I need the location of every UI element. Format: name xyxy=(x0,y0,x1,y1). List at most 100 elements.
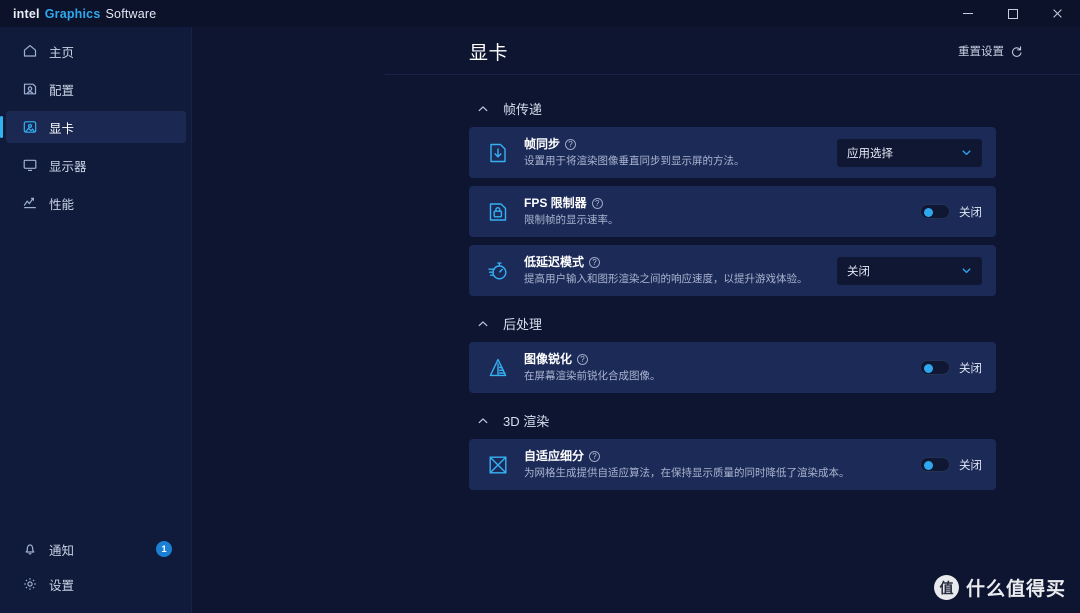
setting-description: 为网格生成提供自适应算法，在保持显示质量的同时降低了渲染成本。 xyxy=(524,467,850,479)
adaptive-tessellation-toggle[interactable] xyxy=(920,457,950,472)
toggle-state-label: 关闭 xyxy=(959,459,982,472)
page-header: 显卡 重置设置 xyxy=(192,27,1080,75)
setting-text: 低延迟模式 ? 提高用户输入和图形渲染之间的响应速度，以提升游戏体验。 xyxy=(524,255,823,286)
setting-title: 低延迟模式 xyxy=(524,255,585,269)
setting-row-low-latency: 低延迟模式 ? 提高用户输入和图形渲染之间的响应速度，以提升游戏体验。 关闭 xyxy=(469,245,996,296)
home-icon xyxy=(22,43,38,59)
watermark-text: 什么值得买 xyxy=(965,579,1066,600)
image-sharpening-toggle[interactable] xyxy=(920,360,950,375)
brand-software: Software xyxy=(105,6,157,21)
close-icon xyxy=(1052,8,1063,19)
sidebar-item-graphics[interactable]: 显卡 xyxy=(0,111,186,143)
monitor-icon xyxy=(22,157,38,173)
setting-description: 在屏幕渲染前锐化合成图像。 xyxy=(524,370,661,382)
sidebar-item-label: 性能 xyxy=(49,197,75,212)
chevron-down-icon xyxy=(961,147,972,158)
window-controls xyxy=(945,0,1080,27)
setting-description: 设置用于将渲染图像垂直同步到显示屏的方法。 xyxy=(524,155,745,167)
fps-limiter-toggle[interactable] xyxy=(920,204,950,219)
setting-title-wrap: 图像锐化 ? xyxy=(524,352,906,367)
help-icon[interactable]: ? xyxy=(577,354,589,365)
help-icon[interactable]: ? xyxy=(565,139,577,150)
help-icon[interactable]: ? xyxy=(589,451,601,462)
setting-text: 图像锐化 ? 在屏幕渲染前锐化合成图像。 xyxy=(524,352,906,383)
brand-intel: intel xyxy=(13,6,40,21)
sidebar-item-label: 配置 xyxy=(49,83,75,98)
setting-text: 帧同步 ? 设置用于将渲染图像垂直同步到显示屏的方法。 xyxy=(524,137,823,168)
setting-title: 自适应细分 xyxy=(524,449,585,463)
section-header-3d-rendering[interactable]: 3D 渲染 xyxy=(477,411,996,430)
setting-control: 关闭 xyxy=(920,360,982,376)
notification-badge: 1 xyxy=(156,541,172,557)
settings-content: 帧传递 帧同步 ? 设置用于将渲染图像垂直同步到显示屏的方法。 应用选择 FPS… xyxy=(192,75,1080,613)
section-header-post-processing[interactable]: 后处理 xyxy=(477,314,996,333)
application-window: intel Graphics Software 主页 配置 显卡 显示器 性能 … xyxy=(0,0,1080,613)
settings-inner: 帧传递 帧同步 ? 设置用于将渲染图像垂直同步到显示屏的方法。 应用选择 FPS… xyxy=(192,99,1080,490)
setting-text: FPS 限制器 ? 限制帧的显示速率。 xyxy=(524,196,906,227)
bell-icon xyxy=(22,541,38,557)
setting-title-wrap: 自适应细分 ? xyxy=(524,449,906,464)
section-header-frame-delivery[interactable]: 帧传递 xyxy=(477,99,996,118)
app-brand: intel Graphics Software xyxy=(0,7,156,21)
setting-text: 自适应细分 ? 为网格生成提供自适应算法，在保持显示质量的同时降低了渲染成本。 xyxy=(524,449,906,480)
setting-description: 限制帧的显示速率。 xyxy=(524,214,619,226)
performance-icon xyxy=(22,195,38,211)
setting-title-wrap: FPS 限制器 ? xyxy=(524,196,906,211)
close-button[interactable] xyxy=(1035,0,1080,27)
setting-title-wrap: 帧同步 ? xyxy=(524,137,823,152)
window-body: 主页 配置 显卡 显示器 性能 通知 1 设置 显卡 重置设置 帧传递 帧同步 … xyxy=(0,27,1080,613)
fps-limiter-toggle-wrap: 关闭 xyxy=(920,204,982,220)
sidebar-item-profile[interactable]: 配置 xyxy=(6,73,186,105)
toggle-knob xyxy=(924,363,933,373)
adaptive-tessellation-toggle-wrap: 关闭 xyxy=(920,457,982,473)
toggle-state-label: 关闭 xyxy=(959,206,982,219)
reset-settings-button[interactable]: 重置设置 xyxy=(958,43,1023,59)
section-title: 后处理 xyxy=(503,317,543,332)
dropdown-value: 应用选择 xyxy=(847,147,893,160)
chevron-up-icon xyxy=(477,318,489,330)
setting-control: 关闭 xyxy=(920,457,982,473)
sidebar-item-label: 通知 xyxy=(49,543,75,558)
setting-description: 提高用户输入和图形渲染之间的响应速度，以提升游戏体验。 xyxy=(524,273,808,285)
frame-sync-dropdown[interactable]: 应用选择 xyxy=(837,138,982,167)
main-content: 显卡 重置设置 帧传递 帧同步 ? 设置用于将渲染图像垂直同步到显示屏的方法。 … xyxy=(192,27,1080,613)
maximize-icon xyxy=(1007,8,1018,19)
title-bar: intel Graphics Software xyxy=(0,0,1080,27)
reset-settings-label: 重置设置 xyxy=(958,46,1004,58)
maximize-button[interactable] xyxy=(990,0,1035,27)
setting-title: 图像锐化 xyxy=(524,352,573,366)
sidebar-item-home[interactable]: 主页 xyxy=(6,35,186,67)
refresh-icon xyxy=(1010,45,1023,58)
help-icon[interactable]: ? xyxy=(591,198,603,209)
header-divider xyxy=(385,74,1080,75)
stopwatch-icon xyxy=(485,258,511,284)
toggle-state-label: 关闭 xyxy=(959,362,982,375)
sidebar-item-display[interactable]: 显示器 xyxy=(6,149,186,181)
sidebar-item-notifications[interactable]: 通知 1 xyxy=(6,533,186,565)
chevron-down-icon xyxy=(961,265,972,276)
setting-control: 关闭 xyxy=(920,204,982,220)
sidebar-item-label: 显示器 xyxy=(49,159,87,174)
section-title: 3D 渲染 xyxy=(503,414,550,429)
setting-title: 帧同步 xyxy=(524,137,561,151)
watermark: 值 什么值得买 xyxy=(933,574,1066,601)
sidebar-item-label: 主页 xyxy=(49,45,75,60)
setting-row-image-sharpening: 图像锐化 ? 在屏幕渲染前锐化合成图像。 关闭 xyxy=(469,342,996,393)
setting-control: 应用选择 xyxy=(837,138,982,167)
brand-graphics: Graphics xyxy=(44,6,101,21)
setting-row-frame-sync: 帧同步 ? 设置用于将渲染图像垂直同步到显示屏的方法。 应用选择 xyxy=(469,127,996,178)
help-icon[interactable]: ? xyxy=(589,257,601,268)
graphics-card-icon xyxy=(22,119,38,135)
minimize-icon xyxy=(962,13,973,14)
minimize-button[interactable] xyxy=(945,0,990,27)
chevron-up-icon xyxy=(477,415,489,427)
setting-title-wrap: 低延迟模式 ? xyxy=(524,255,823,270)
toggle-knob xyxy=(924,207,933,217)
fps-lock-icon xyxy=(485,199,511,225)
sidebar-item-settings[interactable]: 设置 xyxy=(6,568,186,600)
sharpening-icon xyxy=(485,355,511,381)
low-latency-dropdown[interactable]: 关闭 xyxy=(837,256,982,285)
sidebar-item-performance[interactable]: 性能 xyxy=(6,187,186,219)
dropdown-value: 关闭 xyxy=(847,265,870,278)
sidebar-item-label: 显卡 xyxy=(49,121,75,136)
